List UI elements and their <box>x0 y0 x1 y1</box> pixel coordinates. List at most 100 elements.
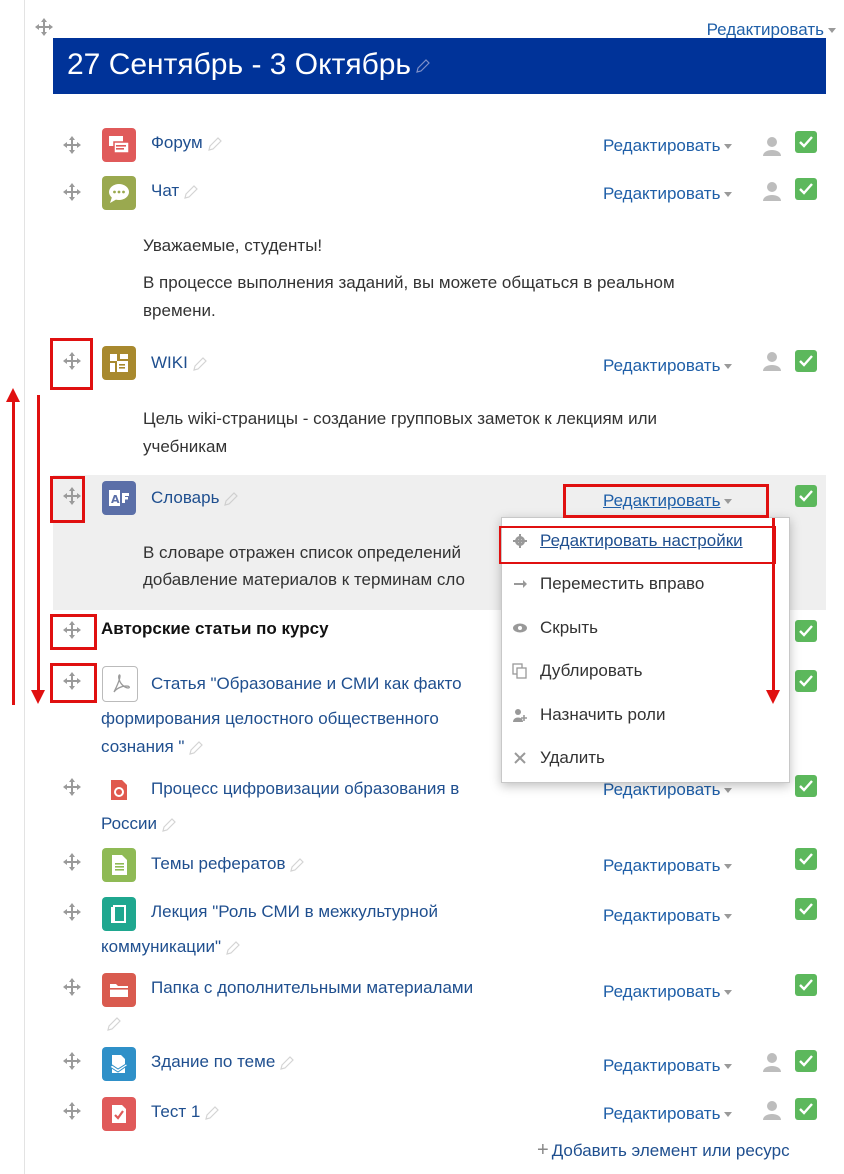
activity-name[interactable]: Тест 1 <box>151 1102 200 1121</box>
edit-name-pencil-icon[interactable] <box>289 857 305 873</box>
edit-label[interactable]: Редактировать <box>603 1056 720 1075</box>
menu-item-delete[interactable]: Удалить <box>512 738 605 778</box>
activity-link-digitalization-line2[interactable]: России <box>101 809 177 839</box>
edit-label[interactable]: Редактировать <box>603 136 720 155</box>
move-icon[interactable] <box>62 1101 82 1121</box>
completion-checkbox-icon[interactable] <box>795 775 817 797</box>
edit-label[interactable]: Редактировать <box>603 1104 720 1123</box>
activity-name[interactable]: Темы рефератов <box>151 854 285 873</box>
menu-item-hide[interactable]: Скрыть <box>512 608 598 648</box>
edit-title-pencil-icon[interactable] <box>415 58 431 74</box>
activity-link-assignment[interactable]: Здание по теме <box>151 1047 295 1077</box>
annotation-arrow-up-line <box>12 398 15 705</box>
edit-menu-digitalization[interactable]: Редактировать <box>603 780 733 800</box>
edit-menu-lecture[interactable]: Редактировать <box>603 906 733 926</box>
edit-menu-folder[interactable]: Редактировать <box>603 982 733 1002</box>
caret-down-icon <box>828 28 836 34</box>
activity-link-glossary[interactable]: Словарь <box>151 483 239 513</box>
move-icon[interactable] <box>62 902 82 922</box>
completion-checkbox-icon[interactable] <box>795 670 817 692</box>
menu-item-label[interactable]: Дублировать <box>540 661 642 681</box>
completion-checkbox-icon[interactable] <box>795 485 817 507</box>
edit-label[interactable]: Редактировать <box>603 184 720 203</box>
user-icon[interactable] <box>761 180 783 202</box>
move-icon[interactable] <box>62 852 82 872</box>
user-icon[interactable] <box>761 1099 783 1121</box>
activity-link-article-line1[interactable]: Статья "Образование и СМИ как факто <box>151 669 462 699</box>
menu-item-assign-roles[interactable]: Назначить роли <box>512 695 665 735</box>
move-icon[interactable] <box>62 977 82 997</box>
edit-menu-chat[interactable]: Редактировать <box>603 184 733 204</box>
completion-checkbox-icon[interactable] <box>795 131 817 153</box>
menu-item-label[interactable]: Удалить <box>540 748 605 768</box>
add-activity-label[interactable]: Добавить элемент или ресурс <box>552 1141 790 1160</box>
menu-item-duplicate[interactable]: Дублировать <box>512 651 642 691</box>
edit-menu-assignment[interactable]: Редактировать <box>603 1056 733 1076</box>
menu-item-label[interactable]: Переместить вправо <box>540 574 704 594</box>
completion-checkbox-icon[interactable] <box>795 898 817 920</box>
edit-name-pencil-icon[interactable] <box>225 940 241 956</box>
edit-name-pencil-icon[interactable] <box>223 491 239 507</box>
activity-name[interactable]: Форум <box>151 133 203 152</box>
activity-link-lecture-line2[interactable]: коммуникации" <box>101 932 241 962</box>
section-edit-menu[interactable]: Редактировать <box>707 20 836 40</box>
move-icon[interactable] <box>62 182 82 202</box>
activity-name[interactable]: России <box>101 814 157 833</box>
edit-name-pencil-icon[interactable] <box>106 1016 122 1032</box>
completion-checkbox-icon[interactable] <box>795 1098 817 1120</box>
edit-name-pencil-icon[interactable] <box>207 136 223 152</box>
edit-name-pencil-icon[interactable] <box>183 184 199 200</box>
activity-link-article-line3[interactable]: сознания " <box>101 732 204 762</box>
edit-menu-quiz[interactable]: Редактировать <box>603 1104 733 1124</box>
plus-icon: + <box>537 1139 549 1161</box>
activity-link-essay-topics[interactable]: Темы рефератов <box>151 849 305 879</box>
move-icon[interactable] <box>62 777 82 797</box>
edit-label[interactable]: Редактировать <box>603 856 720 875</box>
activity-name[interactable]: Словарь <box>151 488 219 507</box>
completion-checkbox-icon[interactable] <box>795 178 817 200</box>
move-icon[interactable] <box>62 135 82 155</box>
edit-name-pencil-icon[interactable] <box>204 1105 220 1121</box>
move-icon[interactable] <box>62 1051 82 1071</box>
edit-name-pencil-icon[interactable] <box>279 1055 295 1071</box>
user-icon[interactable] <box>761 135 783 157</box>
completion-checkbox-icon[interactable] <box>795 1050 817 1072</box>
activity-name[interactable]: WIKI <box>151 353 188 372</box>
menu-item-label[interactable]: Назначить роли <box>540 705 665 725</box>
completion-checkbox-icon[interactable] <box>795 620 817 642</box>
edit-name-pencil-icon[interactable] <box>161 817 177 833</box>
activity-link-wiki[interactable]: WIKI <box>151 348 208 378</box>
edit-label[interactable]: Редактировать <box>603 356 720 375</box>
completion-checkbox-icon[interactable] <box>795 974 817 996</box>
annotation-arrow-down-line <box>37 395 40 690</box>
edit-menu-essay-topics[interactable]: Редактировать <box>603 856 733 876</box>
user-icon[interactable] <box>761 350 783 372</box>
activity-name[interactable]: сознания " <box>101 737 184 756</box>
copy-icon <box>512 663 528 679</box>
activity-link-lecture-line1[interactable]: Лекция "Роль СМИ в межкультурной <box>151 897 438 927</box>
section-edit-label[interactable]: Редактировать <box>707 20 824 39</box>
section-move-icon[interactable] <box>34 17 54 37</box>
edit-label[interactable]: Редактировать <box>603 982 720 1001</box>
activity-link-article-line2[interactable]: формирования целостного общественного <box>101 704 439 734</box>
edit-label[interactable]: Редактировать <box>603 906 720 925</box>
activity-link-chat[interactable]: Чат <box>151 176 199 206</box>
activity-link-digitalization-line1[interactable]: Процесс цифровизации образования в <box>151 774 459 804</box>
completion-checkbox-icon[interactable] <box>795 848 817 870</box>
activity-link-quiz[interactable]: Тест 1 <box>151 1097 220 1127</box>
activity-name[interactable]: Чат <box>151 181 179 200</box>
annotation-box-glossary-move <box>50 476 85 523</box>
edit-name-pencil-icon[interactable] <box>188 740 204 756</box>
activity-link-forum[interactable]: Форум <box>151 128 223 158</box>
add-activity-link[interactable]: + Добавить элемент или ресурс <box>537 1139 790 1162</box>
activity-name[interactable]: Здание по теме <box>151 1052 275 1071</box>
activity-name[interactable]: коммуникации" <box>101 937 221 956</box>
edit-menu-forum[interactable]: Редактировать <box>603 136 733 156</box>
completion-checkbox-icon[interactable] <box>795 350 817 372</box>
user-icon[interactable] <box>761 1051 783 1073</box>
menu-item-move-right[interactable]: Переместить вправо <box>512 564 704 604</box>
menu-item-label[interactable]: Скрыть <box>540 618 598 638</box>
edit-name-pencil-icon[interactable] <box>192 356 208 372</box>
edit-menu-wiki[interactable]: Редактировать <box>603 356 733 376</box>
activity-link-folder[interactable]: Папка с дополнительными материалами <box>151 973 473 1003</box>
